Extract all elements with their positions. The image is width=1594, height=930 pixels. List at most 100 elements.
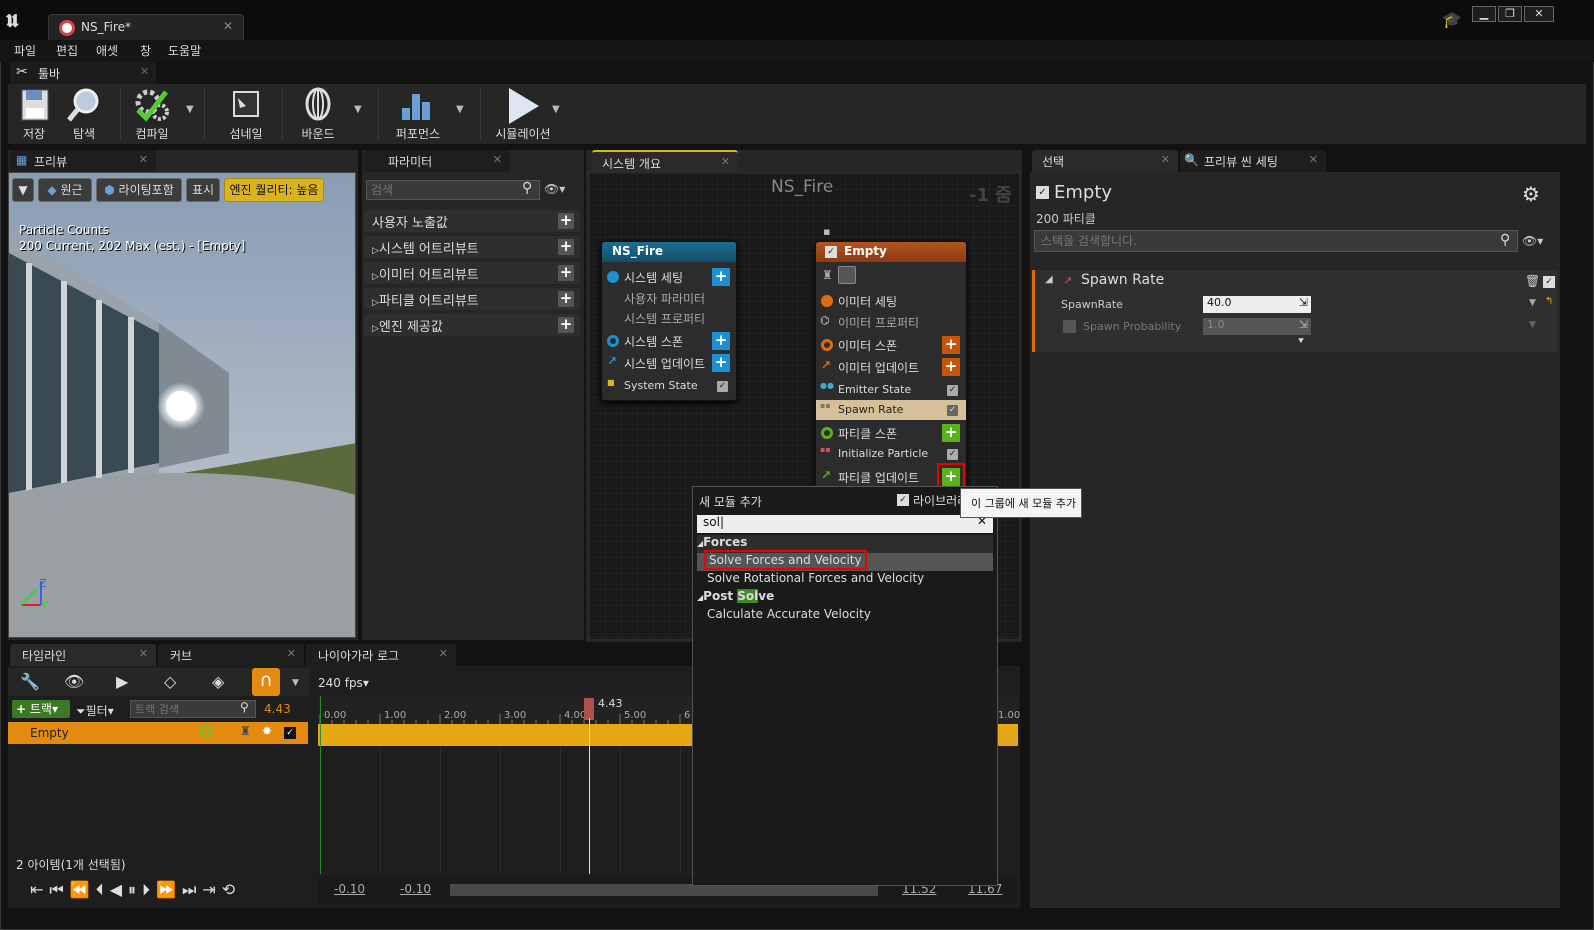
spawnrate-input[interactable]: 40.0 ⇲: [1203, 296, 1311, 313]
wrench-icon[interactable]: 🔧: [20, 672, 40, 691]
system-settings-row[interactable]: 시스템 세팅 +: [602, 266, 736, 288]
library-only-checkbox[interactable]: ✓: [897, 494, 909, 506]
reset-to-default-icon[interactable]: ↰: [1545, 296, 1553, 307]
learn-icon[interactable]: 🎓: [1442, 10, 1462, 30]
range-start[interactable]: -0.10: [334, 882, 365, 896]
minimize-button[interactable]: ▁: [1472, 6, 1496, 22]
module-enable-checkbox[interactable]: ✓: [947, 449, 958, 460]
category-forces[interactable]: ◢Forces: [697, 535, 993, 553]
menu-help[interactable]: 도움말: [168, 42, 201, 59]
close-tab-icon[interactable]: ✕: [493, 153, 502, 166]
playhead-handle[interactable]: [584, 698, 594, 720]
spawn-probability-input[interactable]: 1.0 ⇲: [1203, 318, 1311, 335]
close-tab-icon[interactable]: ✕: [139, 153, 148, 166]
snap-magnet-icon[interactable]: ∩: [252, 668, 280, 696]
tab-timeline[interactable]: 타임라인 ✕: [10, 644, 156, 666]
perspective-button[interactable]: ◆ 원근: [38, 178, 92, 202]
tab-selection[interactable]: 선택 ✕: [1032, 150, 1178, 172]
module-enable-checkbox[interactable]: ✓: [947, 405, 958, 416]
system-properties-row[interactable]: 시스템 프로퍼티: [602, 308, 736, 328]
add-track-button[interactable]: + 트랙▾: [12, 700, 70, 718]
close-tab-icon[interactable]: ✕: [140, 65, 149, 78]
menu-window[interactable]: 창: [140, 42, 151, 59]
module-enable-checkbox[interactable]: ✓: [717, 381, 728, 392]
transport-controls[interactable]: ⇤⏮⏪⏴◀⏸⏵⏩⏭⇥⟲: [30, 880, 241, 900]
module-solve-rotational-forces[interactable]: Solve Rotational Forces and Velocity: [697, 571, 993, 589]
eye-icon[interactable]: 👁: [64, 672, 84, 691]
add-param-button[interactable]: +: [558, 213, 574, 229]
add-module-button[interactable]: +: [942, 336, 960, 354]
close-tab-icon[interactable]: ✕: [1309, 153, 1318, 166]
tab-parameters[interactable]: 파라미터 ✕: [364, 150, 510, 172]
add-module-button[interactable]: +: [712, 354, 730, 372]
parameters-search-input[interactable]: [366, 180, 540, 200]
document-tab[interactable]: NS_Fire* ✕: [48, 14, 244, 40]
add-module-button[interactable]: +: [942, 358, 960, 376]
expand-arrow-icon[interactable]: ▷: [372, 272, 379, 282]
expand-arrow-icon[interactable]: ▷: [372, 246, 379, 256]
module-enable-checkbox[interactable]: ✓: [947, 385, 958, 396]
tab-preview-scene-settings[interactable]: 🔍 프리뷰 씬 세팅 ✕: [1180, 150, 1326, 172]
menu-asset[interactable]: 애셋: [96, 42, 118, 59]
add-param-button[interactable]: +: [558, 291, 574, 307]
close-tab-icon[interactable]: ✕: [1161, 153, 1170, 166]
system-state-module[interactable]: ■ System State ✓: [602, 376, 736, 398]
emitter-state-module[interactable]: ●● Emitter State ✓: [816, 380, 966, 400]
initialize-particle-module[interactable]: ▪▪ Initialize Particle ✓: [816, 444, 966, 464]
system-spawn-row[interactable]: 시스템 스폰 +: [602, 330, 736, 352]
add-param-button[interactable]: +: [558, 317, 574, 333]
compile-button[interactable]: 컴파일: [122, 84, 182, 142]
compile-dropdown-icon[interactable]: ▼: [186, 104, 194, 115]
emitter-settings-row[interactable]: 이미터 세팅: [816, 290, 966, 312]
bounds-dropdown-icon[interactable]: ▼: [354, 104, 362, 115]
module-enable-checkbox[interactable]: ✓: [1543, 276, 1555, 288]
preview-viewport[interactable]: Particle Counts 200 Current, 202 Max (es…: [8, 172, 356, 638]
expand-arrow-icon[interactable]: ▷: [372, 324, 379, 334]
track-row-empty[interactable]: Empty ♜ ✸ ✓: [8, 722, 308, 744]
add-module-button[interactable]: +: [712, 332, 730, 350]
tab-preview[interactable]: ▦ 프리뷰 ✕: [10, 150, 156, 172]
module-search-input[interactable]: sol| ✕: [697, 514, 993, 533]
tab-system-overview[interactable]: 시스템 개요 ✕: [592, 150, 738, 172]
link-icon[interactable]: ⇲: [1299, 318, 1308, 331]
emitter-node[interactable]: Empty ✓ ♜ 이미터 세팅 ⌬ 이미터 프로퍼티 이미터 스폰 + ↗ 이미터 …: [815, 241, 967, 491]
maximize-button[interactable]: ❐: [1498, 6, 1522, 22]
visibility-eye-icon[interactable]: 👁▾: [1522, 234, 1543, 248]
user-parameters-row[interactable]: 사용자 파라미터: [602, 288, 736, 308]
param-category-system[interactable]: ▷시스템 어트리뷰트 +: [364, 236, 580, 258]
add-param-button[interactable]: +: [558, 239, 574, 255]
dropdown-arrow-icon[interactable]: ▼: [1529, 320, 1536, 330]
category-post-solve[interactable]: ◢Post Solve: [697, 589, 993, 607]
snap-dropdown-icon[interactable]: ▼: [292, 678, 299, 688]
add-module-button[interactable]: +: [712, 268, 730, 286]
track-search-input[interactable]: [130, 700, 256, 718]
visibility-eye-icon[interactable]: 👁▾: [544, 182, 565, 196]
filter-button[interactable]: ⏷필터▾: [76, 702, 114, 719]
simulation-dropdown-icon[interactable]: ▼: [552, 104, 560, 115]
particle-spawn-row[interactable]: 파티클 스폰 +: [816, 422, 966, 444]
stack-search-input[interactable]: [1034, 230, 1518, 252]
thumbnail-button[interactable]: 섬네일: [216, 84, 276, 142]
simulation-button[interactable]: 시뮬레이션: [488, 84, 558, 142]
view-start[interactable]: -0.10: [400, 882, 431, 896]
performance-dropdown-icon[interactable]: ▼: [456, 104, 464, 115]
play-options-icon[interactable]: ▶: [116, 672, 128, 691]
expand-advanced-icon[interactable]: ⯆: [1297, 336, 1305, 347]
menu-edit[interactable]: 편집: [56, 42, 78, 59]
module-calculate-accurate-velocity[interactable]: Calculate Accurate Velocity: [697, 607, 993, 625]
close-tab-icon[interactable]: ✕: [223, 19, 233, 33]
pin-icon[interactable]: ♜: [822, 268, 833, 282]
system-update-row[interactable]: ↗ 시스템 업데이트 +: [602, 352, 736, 374]
close-button[interactable]: ✕: [1524, 6, 1554, 22]
close-tab-icon[interactable]: ✕: [139, 647, 148, 660]
lit-button[interactable]: ⬢ 라이팅포함: [96, 178, 182, 202]
particle-update-row[interactable]: ↗ 파티클 업데이트 +: [816, 463, 966, 491]
settings-gear-icon[interactable]: ⚙: [1522, 182, 1540, 206]
browse-button[interactable]: 탐색: [54, 84, 114, 142]
tab-curves[interactable]: 커브 ✕: [158, 644, 304, 666]
param-category-engine[interactable]: ▷엔진 제공값 +: [364, 314, 580, 336]
tab-niagara-log[interactable]: 나이아가라 로그 ✕: [306, 644, 456, 666]
emitter-properties-row[interactable]: ⌬ 이미터 프로퍼티: [816, 312, 966, 332]
close-tab-icon[interactable]: ✕: [439, 647, 448, 660]
emitter-update-row[interactable]: ↗ 이미터 업데이트 +: [816, 356, 966, 378]
